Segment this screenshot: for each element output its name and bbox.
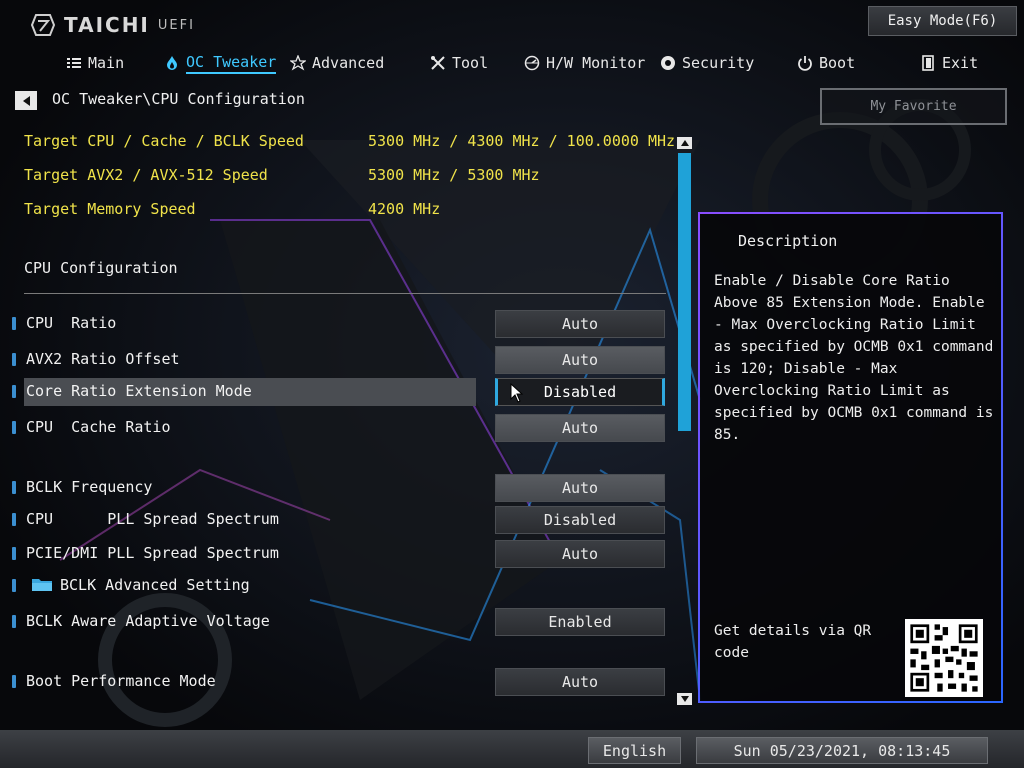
datetime-display: Sun 05/23/2021, 08:13:45 — [696, 737, 988, 764]
row-bullet — [12, 353, 16, 366]
setting-row-bclk-advanced-setting[interactable]: BCLK Advanced Setting — [0, 572, 680, 600]
row-bullet — [12, 615, 16, 628]
setting-label: CPU Cache Ratio — [26, 418, 171, 436]
section-title: CPU Configuration — [24, 259, 178, 277]
scrollbar[interactable] — [677, 137, 692, 705]
setting-row-core-ratio-extension-mode[interactable]: Core Ratio Extension Mode Disabled — [0, 378, 680, 406]
setting-label: CPU PLL Spread Spectrum — [26, 510, 279, 528]
setting-row-cpu-ratio[interactable]: CPU Ratio Auto — [0, 310, 680, 338]
row-bullet — [12, 385, 16, 398]
info-label: Target CPU / Cache / BCLK Speed — [24, 132, 304, 150]
main-nav: Main OC Tweaker Advanced Tool H/W Monito… — [0, 50, 1024, 76]
setting-label: AVX2 Ratio Offset — [26, 350, 180, 368]
tab-label: Advanced — [312, 54, 385, 72]
setting-label: CPU Ratio — [26, 314, 117, 332]
tab-advanced[interactable]: Advanced — [290, 50, 384, 76]
tab-main[interactable]: Main — [66, 50, 124, 76]
setting-label: Boot Performance Mode — [26, 672, 216, 690]
scrollbar-thumb[interactable] — [678, 153, 691, 431]
tab-exit[interactable]: Exit — [920, 50, 978, 76]
tab-label: Security — [682, 54, 755, 72]
row-bullet — [12, 421, 16, 434]
monitor-icon — [524, 55, 540, 71]
tab-label: Boot — [819, 54, 856, 72]
my-favorite-button[interactable]: My Favorite — [820, 88, 1007, 125]
setting-label: BCLK Frequency — [26, 478, 153, 496]
info-value: 5300 MHz / 4300 MHz / 100.0000 MHz — [368, 132, 676, 150]
info-value: 4200 MHz — [368, 200, 441, 218]
setting-row-boot-performance-mode[interactable]: Boot Performance Mode Auto — [0, 668, 680, 696]
setting-value[interactable]: Auto — [495, 346, 665, 374]
setting-row-cpu-pll-spread-spectrum[interactable]: CPU PLL Spread Spectrum Disabled — [0, 506, 680, 534]
tab-security[interactable]: Security — [660, 50, 754, 76]
tab-label: H/W Monitor — [546, 54, 646, 72]
tab-boot[interactable]: Boot — [797, 50, 855, 76]
tab-label: Exit — [942, 54, 979, 72]
folder-icon — [32, 579, 52, 591]
row-bullet — [12, 579, 16, 592]
easy-mode-button[interactable]: Easy Mode(F6) — [868, 6, 1017, 36]
section-divider — [24, 293, 666, 294]
language-button[interactable]: English — [588, 737, 681, 764]
power-icon — [798, 56, 812, 71]
brand-suffix: UEFI — [157, 17, 195, 33]
tab-label: Main — [88, 54, 125, 72]
setting-label: Core Ratio Extension Mode — [26, 382, 252, 400]
setting-row-cpu-cache-ratio[interactable]: CPU Cache Ratio Auto — [0, 414, 680, 442]
exit-icon — [922, 55, 934, 71]
setting-value[interactable]: Auto — [495, 540, 665, 568]
setting-value[interactable]: Disabled — [495, 506, 665, 534]
info-label: Target Memory Speed — [24, 200, 196, 218]
setting-label: BCLK Advanced Setting — [60, 576, 250, 594]
tab-tool[interactable]: Tool — [430, 50, 488, 76]
list-icon — [67, 58, 81, 68]
setting-row-bclk-aware-adaptive-voltage[interactable]: BCLK Aware Adaptive Voltage Enabled — [0, 608, 680, 636]
scroll-down-arrow-icon[interactable] — [677, 693, 692, 705]
row-bullet — [12, 317, 16, 330]
flame-icon — [167, 56, 177, 70]
setting-value[interactable]: Auto — [495, 668, 665, 696]
star-icon — [290, 55, 306, 71]
back-button[interactable] — [15, 91, 37, 110]
qr-caption: Get details via QR code — [714, 623, 872, 661]
tab-oc-tweaker[interactable]: OC Tweaker — [164, 50, 277, 76]
info-value: 5300 MHz / 5300 MHz — [368, 166, 540, 184]
shield-icon — [661, 56, 675, 70]
breadcrumb: OC Tweaker\CPU Configuration — [52, 90, 305, 108]
tab-label: OC Tweaker — [186, 53, 277, 74]
setting-row-bclk-frequency[interactable]: BCLK Frequency Auto — [0, 474, 680, 502]
row-bullet — [12, 513, 16, 526]
qr-code-icon — [905, 619, 983, 697]
description-panel: Description Enable / Disable Core Ratio … — [698, 212, 1003, 703]
brand-logo: TAICHI UEFI — [30, 12, 195, 38]
tools-icon — [431, 56, 445, 70]
setting-row-pcie-dmi-pll-spread-spectrum[interactable]: PCIE/DMI PLL Spread Spectrum Auto — [0, 540, 680, 568]
row-bullet — [12, 547, 16, 560]
setting-value[interactable]: Enabled — [495, 608, 665, 636]
tab-label: Tool — [452, 54, 489, 72]
row-bullet — [12, 481, 16, 494]
mouse-cursor-icon — [510, 383, 524, 403]
brand-name: TAICHI — [64, 13, 150, 37]
scroll-up-arrow-icon[interactable] — [677, 137, 692, 149]
setting-label: PCIE/DMI PLL Spread Spectrum — [26, 544, 279, 562]
tab-hw-monitor[interactable]: H/W Monitor — [524, 50, 645, 76]
setting-row-avx2-ratio-offset[interactable]: AVX2 Ratio Offset Auto — [0, 346, 680, 374]
description-title: Description — [738, 232, 838, 250]
info-label: Target AVX2 / AVX-512 Speed — [24, 166, 268, 184]
setting-label: BCLK Aware Adaptive Voltage — [26, 612, 270, 630]
setting-value[interactable]: Auto — [495, 414, 665, 442]
row-bullet — [12, 675, 16, 688]
setting-value[interactable]: Auto — [495, 310, 665, 338]
setting-value[interactable]: Auto — [495, 474, 665, 502]
description-text: Enable / Disable Core Ratio Above 85 Ext… — [714, 273, 994, 443]
taichi-logo-icon — [30, 14, 56, 36]
